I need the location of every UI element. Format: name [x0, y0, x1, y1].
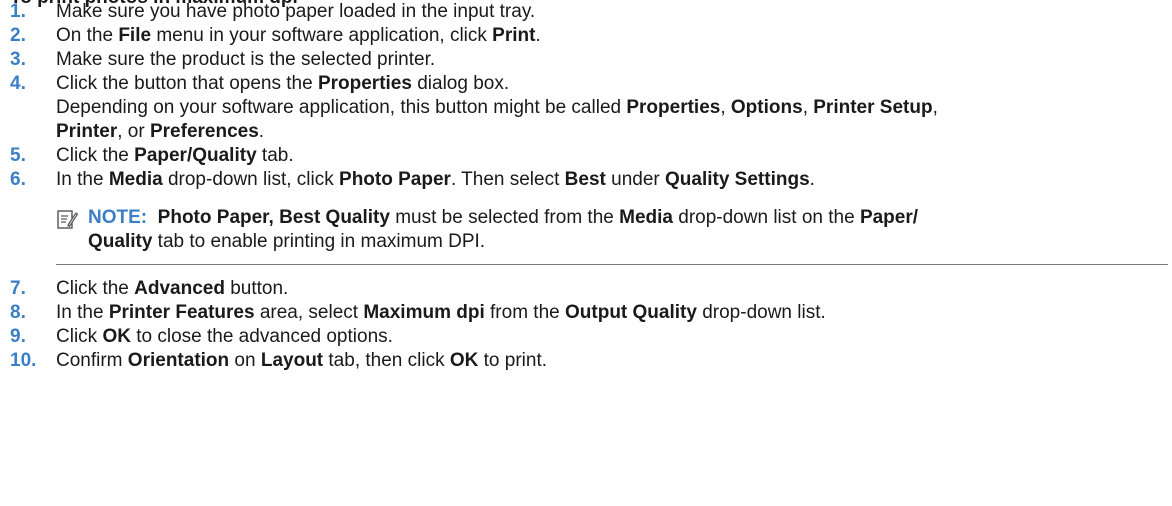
step-4-detail: Depending on your software application, … [56, 97, 938, 118]
step-4: 4. Click the button that opens the Prope… [10, 72, 1168, 144]
note-text: NOTE: Photo Paper, Best Quality must be … [88, 207, 919, 252]
step-6: 6. In the Media drop-down list, click Ph… [10, 169, 815, 190]
step-5: 5. Click the Paper/Quality tab. [10, 145, 294, 166]
step-number: 4. [10, 73, 26, 94]
step-number: 2. [10, 25, 26, 46]
step-7: 7. Click the Advanced button. [10, 278, 289, 299]
step-number: 3. [10, 49, 26, 70]
step-1: 1. Make sure you have photo paper loaded… [10, 1, 536, 22]
note-box: NOTE: Photo Paper, Best Quality must be … [56, 206, 1168, 265]
note-label: NOTE: [88, 207, 148, 228]
step-3: 3. Make sure the product is the selected… [10, 49, 436, 70]
step-number: 6. [10, 169, 26, 190]
step-number: 1. [10, 1, 26, 22]
step-number: 9. [10, 326, 26, 347]
note-pencil-icon [57, 210, 78, 229]
step-8: 8. In the Printer Features area, select … [10, 302, 826, 323]
procedure-steps: 1. Make sure you have photo paper loaded… [10, 0, 1168, 373]
step-2: 2. On the File menu in your software app… [10, 25, 541, 46]
step-number: 7. [10, 278, 26, 299]
step-number: 5. [10, 145, 26, 166]
step-9: 9. Click OK to close the advanced option… [10, 326, 393, 347]
step-number: 10. [10, 350, 37, 371]
step-10: 10. Confirm Orientation on Layout tab, t… [10, 350, 548, 371]
step-number: 8. [10, 302, 26, 323]
